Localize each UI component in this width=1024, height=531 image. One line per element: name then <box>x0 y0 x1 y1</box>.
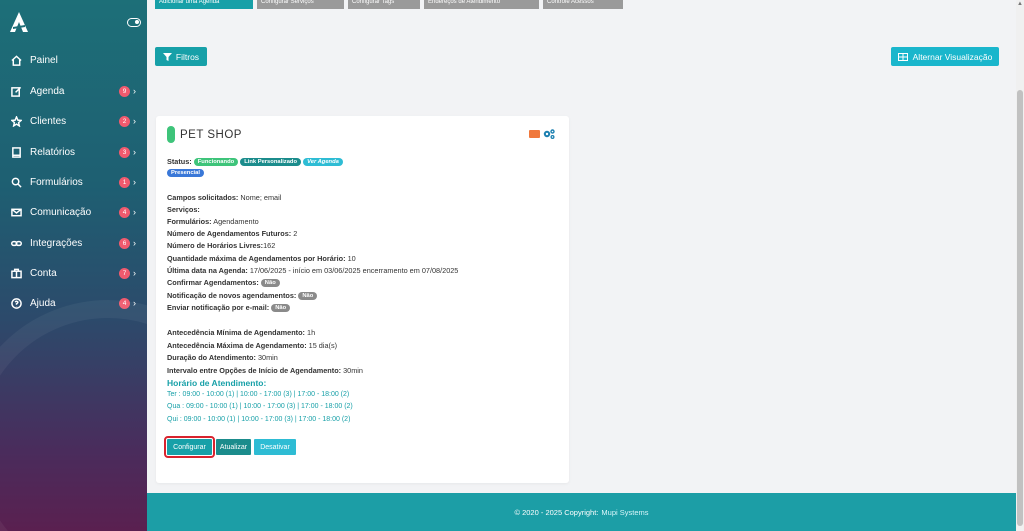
sidebar-item-label: Relatórios <box>30 146 76 158</box>
sidebar-item-agenda[interactable]: Agenda 9 › <box>0 79 147 103</box>
toggle-view-button[interactable]: Alternar Visualização <box>891 47 999 66</box>
count-badge: 1 <box>119 176 130 188</box>
status-badge-ver-agenda[interactable]: Ver Agenda <box>303 158 343 167</box>
sidebar-item-label: Painel <box>30 54 58 66</box>
chevron-right-icon: › <box>133 116 136 126</box>
link-icon <box>10 237 22 249</box>
status-badge-link[interactable]: Link Personalizado <box>240 158 302 167</box>
status-row: Status: Funcionando Link Personalizado V… <box>167 157 343 167</box>
sidebar: Painel Agenda 9 › Clientes 2 › Relatório… <box>0 0 147 531</box>
count-badge: 4 <box>119 206 130 218</box>
count-badge: 9 <box>119 85 130 97</box>
sidebar-item-label: Ajuda <box>30 297 56 309</box>
min-row: Antecedência Mínima de Agendamento: 1h <box>167 328 316 337</box>
chevron-right-icon: › <box>133 268 136 278</box>
email-badge: Não <box>271 304 291 313</box>
status-label: Status: <box>167 157 192 166</box>
chevron-right-icon: › <box>133 207 136 217</box>
desativar-button[interactable]: Desativar <box>254 439 296 455</box>
sidebar-item-ajuda[interactable]: Ajuda 4 › <box>0 291 147 315</box>
sidebar-item-painel[interactable]: Painel <box>0 48 147 72</box>
chevron-right-icon: › <box>133 298 136 308</box>
filter-button-label: Filtros <box>175 51 200 62</box>
card-title: PET SHOP <box>180 129 242 141</box>
logo-icon[interactable] <box>10 12 28 32</box>
star-icon <box>10 115 22 127</box>
chevron-right-icon: › <box>133 147 136 157</box>
formularios-row: Formulários: Agendamento <box>167 217 259 226</box>
count-badge: 7 <box>119 267 130 279</box>
footer: © 2020 - 2025 Copyright: Mupi Systems <box>147 493 1016 531</box>
agenda-card: PET SHOP Status: Funcionando Link Person… <box>156 116 569 483</box>
toggle-view-label: Alternar Visualização <box>912 51 993 62</box>
home-icon <box>10 54 22 66</box>
status-indicator <box>167 126 175 143</box>
ultima-row: Última data na Agenda: 17/06/2025 - iníc… <box>167 266 459 275</box>
sidebar-item-label: Conta <box>30 267 57 279</box>
status-badge-funcionando: Funcionando <box>193 158 239 167</box>
campos-row: Campos solicitados: Nome; email <box>167 193 282 202</box>
notif-badge: Não <box>298 292 318 301</box>
count-badge: 2 <box>119 115 130 127</box>
mail-icon <box>10 206 22 218</box>
futuros-row: Número de Agendamentos Futuros: 2 <box>167 229 298 238</box>
help-icon <box>10 297 22 309</box>
sidebar-item-label: Comunicação <box>30 206 92 218</box>
count-badge: 4 <box>119 297 130 309</box>
sidebar-item-label: Integrações <box>30 237 83 249</box>
search-icon <box>10 176 22 188</box>
chevron-right-icon: › <box>133 177 136 187</box>
briefcase-icon <box>10 267 22 279</box>
tab-enderecos-atendimento[interactable]: Endereços de Atendimento <box>424 0 539 9</box>
gears-icon[interactable] <box>542 128 556 140</box>
status-row-2: Presencial <box>167 168 205 178</box>
sidebar-toggle-icon[interactable] <box>127 18 141 27</box>
chevron-right-icon: › <box>133 86 136 96</box>
scrollbar-thumb[interactable] <box>1017 90 1023 526</box>
maxant-row: Antecedência Máxima de Agendamento: 15 d… <box>167 341 338 350</box>
sidebar-item-label: Clientes <box>30 115 67 127</box>
edit-icon <box>10 85 22 97</box>
tab-adicionar-agenda[interactable]: Adicionar uma Agenda <box>155 0 253 9</box>
livres-row: Número de Horários Livres:162 <box>167 241 276 250</box>
scroll-up-icon[interactable]: ▲ <box>1017 1 1023 7</box>
book-icon <box>10 146 22 158</box>
copyright-text: © 2020 - 2025 Copyright: <box>514 507 599 517</box>
servicos-row: Serviços: <box>167 205 200 214</box>
confirmar-row: Confirmar Agendamentos: Não <box>167 278 280 288</box>
schedule-line: Ter : 09:00 - 10:00 (1) | 10:00 - 17:00 … <box>167 391 350 398</box>
schedule-line: Qua : 09:00 - 10:00 (1) | 10:00 - 17:00 … <box>167 403 353 410</box>
filter-button[interactable]: Filtros <box>155 47 207 66</box>
sidebar-item-clientes[interactable]: Clientes 2 › <box>0 109 147 133</box>
sidebar-item-relatorios[interactable]: Relatórios 3 › <box>0 140 147 164</box>
email-row: Enviar notificação por e-mail: Não <box>167 303 291 313</box>
count-badge: 3 <box>119 146 130 158</box>
sidebar-item-integracoes[interactable]: Integrações 6 › <box>0 231 147 255</box>
count-badge: 6 <box>119 237 130 249</box>
sidebar-item-label: Formulários <box>30 176 83 188</box>
schedule-line: Qui : 09:00 - 10:00 (1) | 10:00 - 17:00 … <box>167 416 351 423</box>
atualizar-button[interactable]: Atualizar <box>216 439 251 455</box>
tab-configurar-servicos[interactable]: Configurar Serviços <box>257 0 344 9</box>
int-row: Intervalo entre Opções de Início de Agen… <box>167 366 363 375</box>
tab-configurar-tags[interactable]: Configurar Tags <box>348 0 420 9</box>
confirmar-badge: Não <box>260 279 280 288</box>
filter-icon <box>162 52 172 61</box>
grid-icon <box>897 52 908 61</box>
chevron-right-icon: › <box>133 238 136 248</box>
schedule-title: Horário de Atendimento: <box>167 378 267 388</box>
mail-icon[interactable] <box>529 130 540 138</box>
configurar-button[interactable]: Configurar <box>164 436 215 458</box>
dur-row: Duração do Atendimento: 30min <box>167 353 278 362</box>
sidebar-item-comunicacao[interactable]: Comunicação 4 › <box>0 200 147 224</box>
tab-controle-acessos[interactable]: Controle Acessos <box>543 0 623 9</box>
notif-row: Notificação de novos agendamentos: Não <box>167 291 318 301</box>
max-row: Quantidade máxima de Agendamentos por Ho… <box>167 254 356 263</box>
sidebar-item-formularios[interactable]: Formulários 1 › <box>0 170 147 194</box>
company-link[interactable]: Mupi Systems <box>601 508 648 517</box>
sidebar-item-conta[interactable]: Conta 7 › <box>0 261 147 285</box>
sidebar-item-label: Agenda <box>30 85 65 97</box>
status-badge-presencial: Presencial <box>167 169 205 178</box>
